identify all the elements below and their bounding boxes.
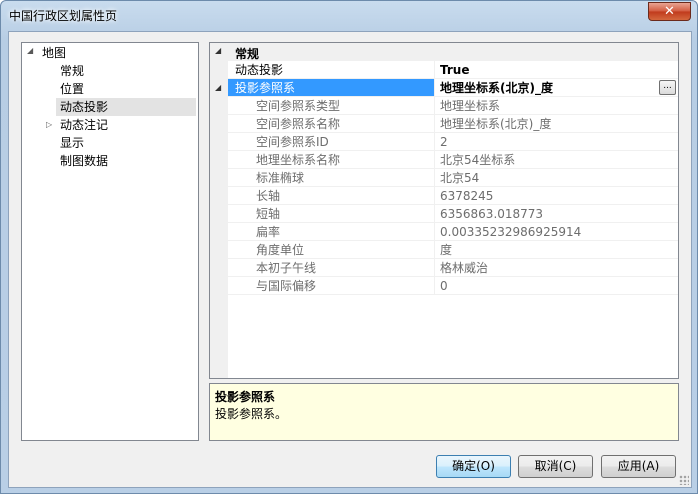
description-title: 投影参照系: [215, 390, 276, 404]
subproperty-value: 北京54坐标系: [435, 151, 678, 169]
property-row-selected[interactable]: ◢ 投影参照系 地理坐标系(北京)_度 ...: [210, 79, 678, 97]
subproperty-row[interactable]: 空间参照系名称 地理坐标系(北京)_度: [210, 115, 678, 133]
ok-button[interactable]: 确定(O): [436, 455, 511, 478]
subproperty-row[interactable]: 扁率 0.00335232986925914: [210, 223, 678, 241]
collapse-arrow-icon[interactable]: ◢: [215, 46, 221, 55]
subproperty-row[interactable]: 空间参照系类型 地理坐标系: [210, 97, 678, 115]
cancel-button[interactable]: 取消(C): [518, 455, 593, 478]
page-tree[interactable]: ◢ 地图 常规 位置 动态投影 ▷ 动态注记 显示 制图数据: [21, 42, 199, 441]
category-label: 常规: [235, 47, 260, 61]
subproperty-value: 2: [435, 133, 678, 151]
properties-dialog: 中国行政区划属性页 ✕ ◢ 地图 常规 位置 动态投影 ▷ 动态注记 显示 制图…: [0, 0, 698, 494]
subproperty-row[interactable]: 角度单位度: [210, 241, 678, 259]
subproperty-value: 地理坐标系(北京)_度: [435, 115, 678, 133]
browse-button[interactable]: ...: [659, 80, 676, 95]
title-bar[interactable]: 中国行政区划属性页 ✕: [1, 1, 697, 31]
subproperty-value: 度: [435, 241, 678, 259]
tree-root-map[interactable]: 地图: [42, 44, 66, 62]
subproperty-row[interactable]: 地理坐标系名称 北京54坐标系: [210, 151, 678, 169]
subproperty-name: 标准椭球: [228, 169, 435, 187]
collapse-arrow-icon[interactable]: ◢: [215, 83, 221, 92]
window-title: 中国行政区划属性页: [9, 9, 118, 23]
subproperty-value: 6356863.018773: [435, 205, 678, 223]
property-grid[interactable]: ◢ 常规 动态投影 True ◢ 投影参照系 地理坐标系(北京)_度 ... 空…: [209, 42, 679, 379]
subproperty-value: 地理坐标系: [435, 97, 678, 115]
subproperty-name: 角度单位: [228, 241, 435, 259]
subproperty-value: 格林威治: [435, 259, 678, 277]
close-button[interactable]: ✕: [648, 2, 691, 21]
collapse-arrow-icon[interactable]: ◢: [27, 46, 33, 55]
property-value[interactable]: True: [435, 61, 678, 79]
subproperty-value: 北京54: [435, 169, 678, 187]
subproperty-row[interactable]: 空间参照系ID 2: [210, 133, 678, 151]
dialog-body: ◢ 地图 常规 位置 动态投影 ▷ 动态注记 显示 制图数据 ◢ 常规 动态投影…: [8, 31, 692, 488]
subproperty-row[interactable]: 本初子午线 格林威治: [210, 259, 678, 277]
property-row[interactable]: 动态投影 True: [210, 61, 678, 79]
subproperty-row[interactable]: 与国际偏移 0: [210, 277, 678, 295]
property-value[interactable]: 地理坐标系(北京)_度: [435, 79, 678, 97]
category-row[interactable]: ◢ 常规: [210, 43, 678, 61]
tree-item-dynamic-annotation[interactable]: 动态注记: [60, 116, 108, 134]
tree-item-position[interactable]: 位置: [60, 80, 84, 98]
subproperty-value: 0: [435, 277, 678, 295]
tree-item-dynamic-projection[interactable]: 动态投影: [56, 98, 196, 116]
apply-button[interactable]: 应用(A): [601, 455, 676, 478]
subproperty-row[interactable]: 短轴 6356863.018773: [210, 205, 678, 223]
subproperty-name: 本初子午线: [228, 259, 435, 277]
tree-item-display[interactable]: 显示: [60, 134, 84, 152]
subproperty-name: 空间参照系类型: [228, 97, 435, 115]
subproperty-name: 空间参照系名称: [228, 115, 435, 133]
subproperty-name: 地理坐标系名称: [228, 151, 435, 169]
tree-item-general[interactable]: 常规: [60, 62, 84, 80]
description-panel: 投影参照系 投影参照系。: [209, 383, 679, 441]
subproperty-value: 0.00335232986925914: [435, 223, 678, 241]
subproperty-name: 扁率: [228, 223, 435, 241]
subproperty-value: 6378245: [435, 187, 678, 205]
subproperty-name: 长轴: [228, 187, 435, 205]
subproperty-name: 短轴: [228, 205, 435, 223]
property-name: 动态投影: [228, 61, 435, 79]
subproperty-row[interactable]: 长轴 6378245: [210, 187, 678, 205]
subproperty-name: 空间参照系ID: [228, 133, 435, 151]
subproperty-row[interactable]: 标准椭球 北京54: [210, 169, 678, 187]
description-text: 投影参照系。: [215, 407, 288, 421]
subproperty-name: 与国际偏移: [228, 277, 435, 295]
expand-arrow-icon[interactable]: ▷: [46, 120, 52, 129]
tree-item-cartographic-data[interactable]: 制图数据: [60, 152, 108, 170]
resize-grip[interactable]: [679, 475, 689, 485]
property-name: 投影参照系: [228, 79, 435, 97]
